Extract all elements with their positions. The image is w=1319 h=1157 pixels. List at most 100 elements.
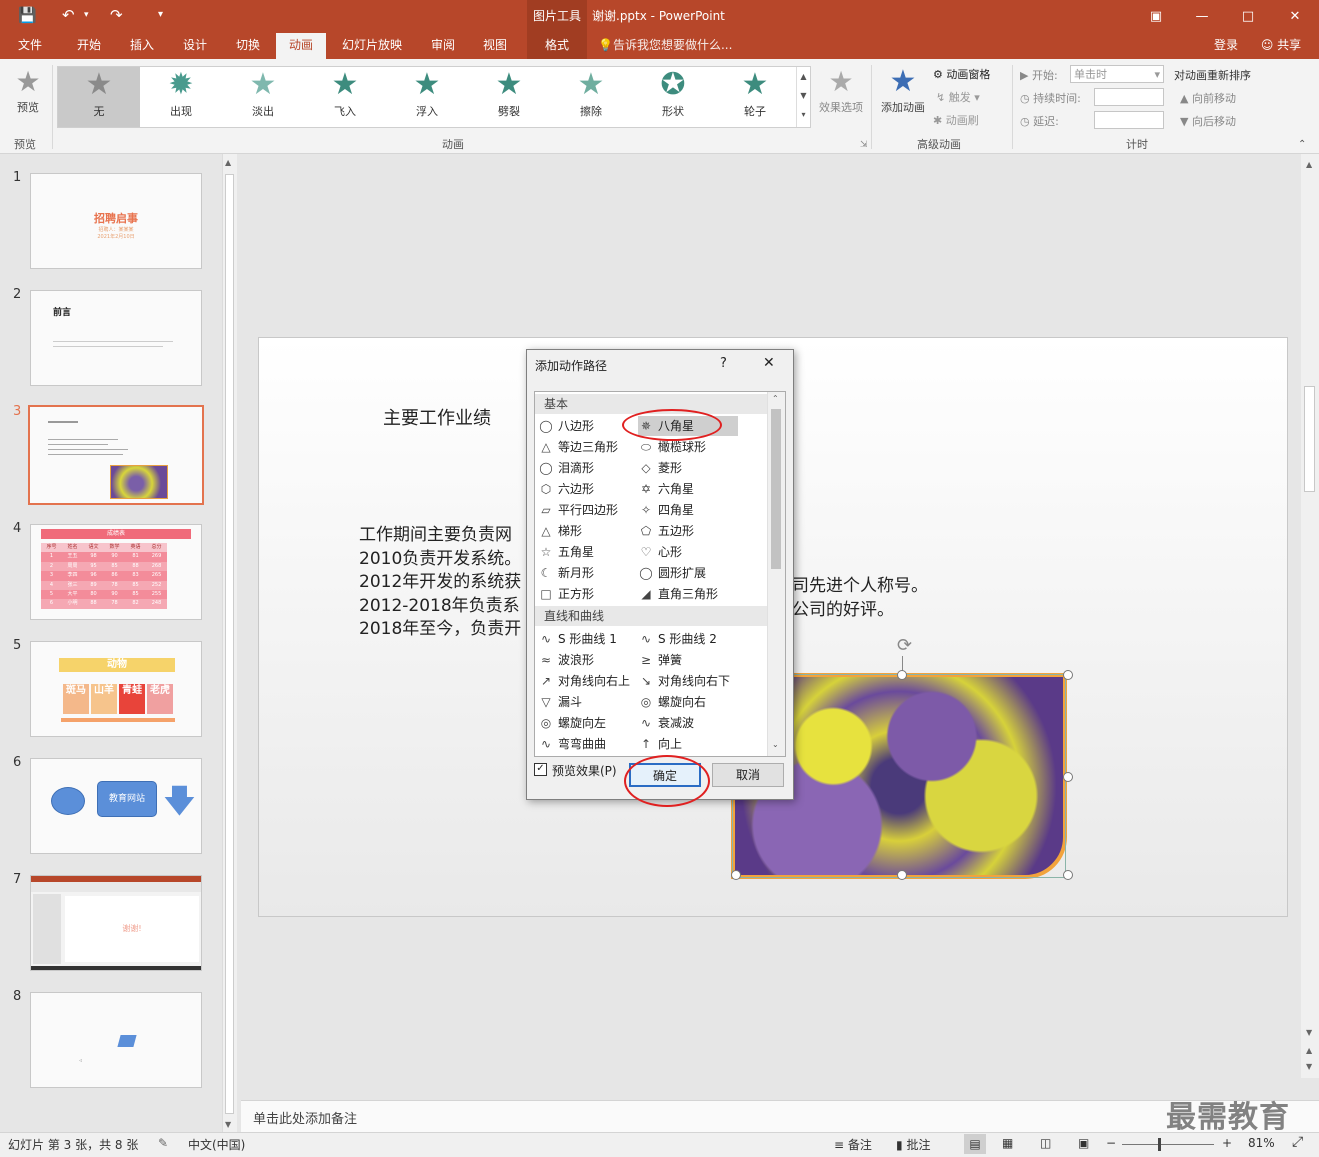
path-diagonal-up-right[interactable]: ↗ 对角线向右上: [538, 671, 630, 691]
zoom-level[interactable]: 81%: [1248, 1136, 1275, 1150]
animation-float-in[interactable]: ★ 浮入: [386, 67, 468, 127]
resize-handle[interactable]: [897, 870, 907, 880]
dialog-close-button[interactable]: ✕: [763, 355, 775, 371]
path-funnel[interactable]: ▽ 漏斗: [538, 692, 582, 712]
animation-wipe[interactable]: ★ 擦除: [550, 67, 632, 127]
path-pentagon[interactable]: ⬠ 五边形: [638, 521, 694, 541]
spellcheck-icon[interactable]: ✎: [158, 1136, 168, 1150]
animation-appear[interactable]: ✹ 出现: [140, 67, 222, 127]
path-heart[interactable]: ♡ 心形: [638, 542, 682, 562]
gallery-scroll[interactable]: ▲ ▼ ▾: [796, 67, 810, 127]
path-spiral-left[interactable]: ◎ 螺旋向左: [538, 713, 606, 733]
path-five-point-star[interactable]: ☆ 五角星: [538, 542, 594, 562]
scroll-up-icon[interactable]: ▲: [225, 158, 231, 167]
close-icon[interactable]: ✕: [1272, 0, 1318, 33]
path-s-curve-2[interactable]: ∿ S 形曲线 2: [638, 629, 717, 649]
comments-toggle[interactable]: ▮ 批注: [896, 1136, 930, 1153]
path-square[interactable]: □ 正方形: [538, 584, 594, 604]
animation-pane-button[interactable]: ⚙ 动画窗格: [933, 66, 990, 82]
restore-ribbon-icon[interactable]: ▣: [1133, 0, 1179, 33]
slide-thumb-5[interactable]: 动物 斑马 山羊 青蛙 老虎: [30, 641, 202, 737]
tab-review[interactable]: 审阅: [420, 33, 466, 59]
slide-thumb-8[interactable]: ◃: [30, 992, 202, 1088]
path-four-point-star[interactable]: ✧ 四角星: [638, 500, 694, 520]
prev-slide-icon[interactable]: ▲: [1306, 1046, 1312, 1055]
redo-icon[interactable]: ↷: [110, 6, 123, 24]
tab-view[interactable]: 视图: [472, 33, 518, 59]
animation-shape[interactable]: ✪ 形状: [632, 67, 714, 127]
path-diamond[interactable]: ◇ 菱形: [638, 458, 682, 478]
tab-slideshow[interactable]: 幻灯片放映: [333, 33, 411, 59]
cancel-button[interactable]: 取消: [712, 763, 784, 787]
notes-toggle[interactable]: ≡ 备注: [834, 1136, 872, 1153]
fit-slide-icon[interactable]: ⤢: [1292, 1134, 1303, 1150]
path-decaying-wave[interactable]: ∿ 衰减波: [638, 713, 694, 733]
tab-insert[interactable]: 插入: [119, 33, 165, 59]
scroll-up-icon[interactable]: ⌃: [772, 394, 779, 403]
animation-none[interactable]: ★ 无: [58, 67, 140, 127]
rotate-handle-icon[interactable]: ⟳: [897, 635, 912, 656]
help-button[interactable]: ?: [720, 356, 727, 371]
slide-sorter-icon[interactable]: ▦: [1002, 1136, 1013, 1150]
language-indicator[interactable]: 中文(中国): [188, 1136, 245, 1153]
preview-checkbox[interactable]: ✓: [534, 763, 547, 776]
scroll-thumb[interactable]: [771, 409, 781, 569]
tell-me-box[interactable]: 💡告诉我您想要做什么...: [598, 33, 758, 59]
animation-wheel[interactable]: ★ 轮子: [714, 67, 796, 127]
maximize-icon[interactable]: □: [1225, 0, 1271, 33]
slide-body-text[interactable]: 工作期间主要负责网 2010负责开发系统。 2012年开发的系统获 2012-2…: [359, 524, 521, 642]
slide-thumb-3[interactable]: [28, 405, 204, 505]
tab-file[interactable]: 文件: [6, 33, 54, 59]
animation-fly-in[interactable]: ★ 飞入: [304, 67, 386, 127]
preview-button[interactable]: ★ 预览: [8, 65, 48, 127]
scroll-thumb[interactable]: [1304, 386, 1315, 492]
path-diagonal-down-right[interactable]: ↘ 对角线向右下: [638, 671, 730, 691]
scroll-down-icon[interactable]: ▼: [1306, 1028, 1312, 1037]
tab-design[interactable]: 设计: [172, 33, 218, 59]
slideshow-icon[interactable]: ▣: [1078, 1136, 1089, 1150]
resize-handle[interactable]: [1063, 772, 1073, 782]
login-link[interactable]: 登录: [1206, 33, 1246, 59]
path-parallelogram[interactable]: ▱ 平行四边形: [538, 500, 618, 520]
animation-split[interactable]: ★ 劈裂: [468, 67, 550, 127]
slide-thumb-1[interactable]: 招聘启事 招聘人：某某某 2021年2月10日: [30, 173, 202, 269]
undo-dropdown-icon[interactable]: ▾: [84, 10, 89, 20]
path-circle-expand[interactable]: ◯ 圆形扩展: [638, 563, 706, 583]
path-crescent[interactable]: ☾ 新月形: [538, 563, 594, 583]
zoom-slider-thumb[interactable]: [1158, 1138, 1161, 1151]
path-s-curve-1[interactable]: ∿ S 形曲线 1: [538, 629, 617, 649]
thumbnail-scrollbar[interactable]: ▲ ▼: [222, 154, 237, 1132]
path-spring[interactable]: ≥ 弹簧: [638, 650, 682, 670]
path-spiral-right[interactable]: ◎ 螺旋向右: [638, 692, 706, 712]
tab-home[interactable]: 开始: [66, 33, 112, 59]
scroll-down-icon[interactable]: ⌄: [772, 740, 779, 749]
slide-thumb-6[interactable]: 教育网站 🡇: [30, 758, 202, 854]
resize-handle[interactable]: [731, 870, 741, 880]
path-six-point-star[interactable]: ✡ 六角星: [638, 479, 694, 499]
zoom-in-icon[interactable]: +: [1222, 1136, 1232, 1150]
duration-input[interactable]: [1094, 88, 1164, 106]
scroll-up-icon[interactable]: ▲: [1306, 160, 1312, 169]
delay-input[interactable]: [1094, 111, 1164, 129]
start-select[interactable]: 单击时 ▾: [1070, 65, 1164, 83]
customize-toolbar-icon[interactable]: ▾: [158, 9, 163, 20]
path-zigzag[interactable]: ∿ 弯弯曲曲: [538, 734, 606, 754]
reading-view-icon[interactable]: ◫: [1040, 1136, 1051, 1150]
share-button[interactable]: ☺ 共享: [1250, 33, 1312, 59]
slide-thumb-7[interactable]: 谢谢!: [30, 875, 202, 971]
save-icon[interactable]: 💾: [18, 6, 37, 24]
list-scrollbar[interactable]: ⌃ ⌄: [767, 392, 785, 756]
path-up[interactable]: ↑ 向上: [638, 734, 682, 754]
collapse-ribbon-icon[interactable]: ⌃: [1298, 139, 1306, 150]
dialog-launcher-icon[interactable]: ⇲: [860, 140, 868, 150]
path-trapezoid[interactable]: △ 梯形: [538, 521, 582, 541]
animation-painter-button[interactable]: ✱ 动画刷: [933, 112, 979, 128]
scroll-down-icon[interactable]: ▼: [225, 1120, 231, 1129]
slide-thumb-2[interactable]: 前言: [30, 290, 202, 386]
add-animation-button[interactable]: ★ 添加动画: [877, 65, 929, 115]
path-octagon[interactable]: ◯ 八边形: [538, 416, 594, 436]
path-hexagon[interactable]: ⬡ 六边形: [538, 479, 594, 499]
resize-handle[interactable]: [1063, 870, 1073, 880]
effect-options-button[interactable]: ★ 效果选项: [815, 65, 867, 115]
resize-handle[interactable]: [897, 670, 907, 680]
